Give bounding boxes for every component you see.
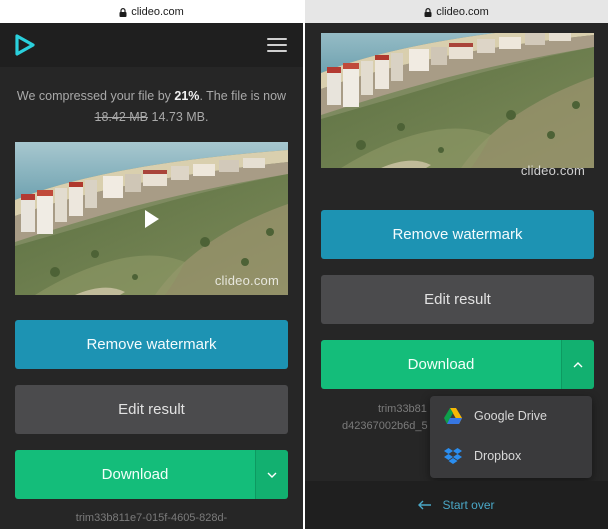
clideo-logo-icon[interactable] [14,33,36,57]
google-drive-label: Google Drive [474,409,547,423]
chevron-up-icon [573,362,583,368]
start-over-label: Start over [442,498,494,512]
lock-icon [119,8,127,17]
new-file-size: 14.73 MB. [148,110,208,124]
menu-item-google-drive[interactable]: Google Drive [430,398,592,434]
download-button[interactable]: Download [15,450,255,499]
left-screen: clideo.com We compressed your file by 21… [0,0,303,529]
hamburger-menu-icon[interactable] [267,38,287,52]
download-options-toggle[interactable] [255,450,288,499]
remove-watermark-button[interactable]: Remove watermark [15,320,288,369]
video-preview[interactable]: clideo.com [321,33,594,185]
start-over-link[interactable]: Start over [305,481,608,529]
edit-result-button[interactable]: Edit result [15,385,288,434]
edit-result-button[interactable]: Edit result [321,275,594,324]
download-button[interactable]: Download [321,340,561,389]
url-text: clideo.com [436,6,489,18]
video-frame [321,33,594,168]
address-bar[interactable]: clideo.com [305,0,608,23]
old-file-size: 18.42 MB [95,110,149,124]
compression-percent: 21% [174,89,199,103]
chevron-down-icon [267,472,277,478]
dropbox-icon [444,448,462,464]
dropbox-label: Dropbox [474,449,521,463]
compression-notice: We compressed your file by 21%. The file… [12,86,291,128]
right-screen: clideo.com clideo.com Remove watermark E… [305,0,608,529]
remove-watermark-button[interactable]: Remove watermark [321,210,594,259]
notice-middle: . The file is now [199,89,286,103]
download-options-toggle[interactable] [561,340,594,389]
play-icon[interactable] [144,209,160,229]
app-header [0,23,303,67]
output-filename-line1: trim33b81 [378,403,427,415]
arrow-left-icon [418,500,432,510]
address-bar[interactable]: clideo.com [0,0,303,23]
watermark-text: clideo.com [215,273,279,288]
output-filename-line2: d42367002b6d_5 [342,420,428,432]
watermark-text: clideo.com [521,163,585,178]
lock-icon [424,8,432,17]
google-drive-icon [444,408,462,424]
menu-item-dropbox[interactable]: Dropbox [430,438,592,474]
notice-prefix: We compressed your file by [17,89,174,103]
download-destination-menu: Google Drive Dropbox [430,396,592,478]
url-text: clideo.com [131,6,184,18]
video-preview[interactable]: clideo.com [15,142,288,295]
output-filename: trim33b811e7-015f-4605-828d- [0,512,303,524]
